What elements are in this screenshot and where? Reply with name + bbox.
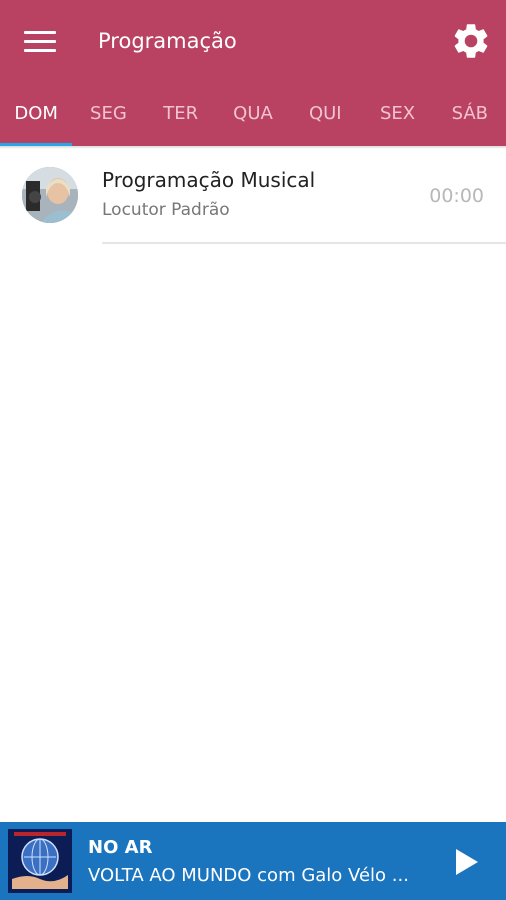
avatar <box>22 167 78 223</box>
day-tabs: DOM SEG TER QUA QUI SEX SÁB <box>0 84 506 146</box>
tabs-shadow <box>0 146 506 149</box>
page-title: Programação <box>98 29 237 53</box>
tab-dom[interactable]: DOM <box>0 84 73 146</box>
settings-button[interactable] <box>450 20 492 62</box>
on-air-label: NO AR <box>88 837 153 858</box>
program-time: 00:00 <box>429 185 484 207</box>
tab-seg[interactable]: SEG <box>72 84 144 146</box>
mini-player[interactable]: NO AR VOLTA AO MUNDO com Galo Vélo ... <box>0 822 506 900</box>
now-playing-title: VOLTA AO MUNDO com Galo Vélo ... <box>88 865 409 886</box>
divider <box>102 242 506 244</box>
play-button[interactable] <box>452 846 482 878</box>
menu-icon-line <box>24 31 56 34</box>
program-title: Programação Musical <box>102 168 316 192</box>
tab-sab[interactable]: SÁB <box>434 84 506 146</box>
menu-icon-line <box>24 49 56 52</box>
tab-ter[interactable]: TER <box>145 84 217 146</box>
menu-icon-line <box>24 40 56 43</box>
tab-qui[interactable]: QUI <box>289 84 361 146</box>
gear-icon <box>454 24 488 58</box>
tab-sex[interactable]: SEX <box>361 84 433 146</box>
play-icon <box>456 849 478 875</box>
program-host: Locutor Padrão <box>102 200 230 220</box>
tab-qua[interactable]: QUA <box>217 84 289 146</box>
app-bar: Programação <box>0 0 506 84</box>
schedule-item[interactable]: Programação Musical Locutor Padrão 00:00 <box>0 150 506 246</box>
menu-button[interactable] <box>24 30 56 54</box>
album-cover <box>8 829 72 893</box>
